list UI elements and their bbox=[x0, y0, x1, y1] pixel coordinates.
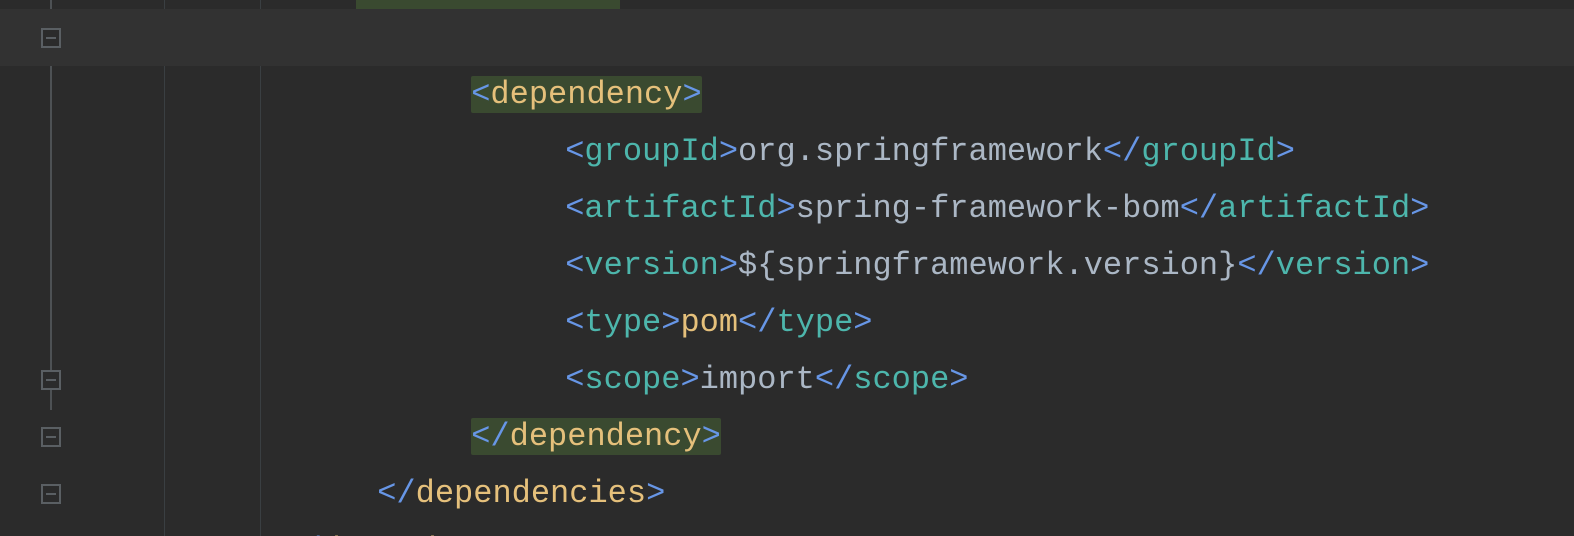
code-line: <scope>import</scope> bbox=[0, 294, 1574, 351]
code-line: <artifactId>spring-framework-bom</artifa… bbox=[0, 123, 1574, 180]
fold-handle-icon[interactable] bbox=[41, 484, 61, 504]
code-line: </dependencies> bbox=[0, 408, 1574, 465]
tag-dependencymanagement-close: dependencyManagement bbox=[322, 532, 706, 536]
code-editor[interactable]: <dependency> <groupId>org.springframewor… bbox=[0, 0, 1574, 536]
code-line: <version>${springframework.version}</ver… bbox=[0, 180, 1574, 237]
code-line: <dependency> bbox=[0, 9, 1574, 66]
fold-handle-icon[interactable] bbox=[41, 28, 61, 48]
code-line: <type>pom</type> bbox=[0, 237, 1574, 294]
fold-handle-icon[interactable] bbox=[41, 427, 61, 447]
match-highlight bbox=[356, 0, 620, 9]
code-line: </dependencyManagement> bbox=[0, 465, 1574, 522]
code-line: <groupId>org.springframework</groupId> bbox=[0, 66, 1574, 123]
code-line: </dependency> bbox=[0, 351, 1574, 408]
fold-handle-icon[interactable] bbox=[41, 370, 61, 390]
